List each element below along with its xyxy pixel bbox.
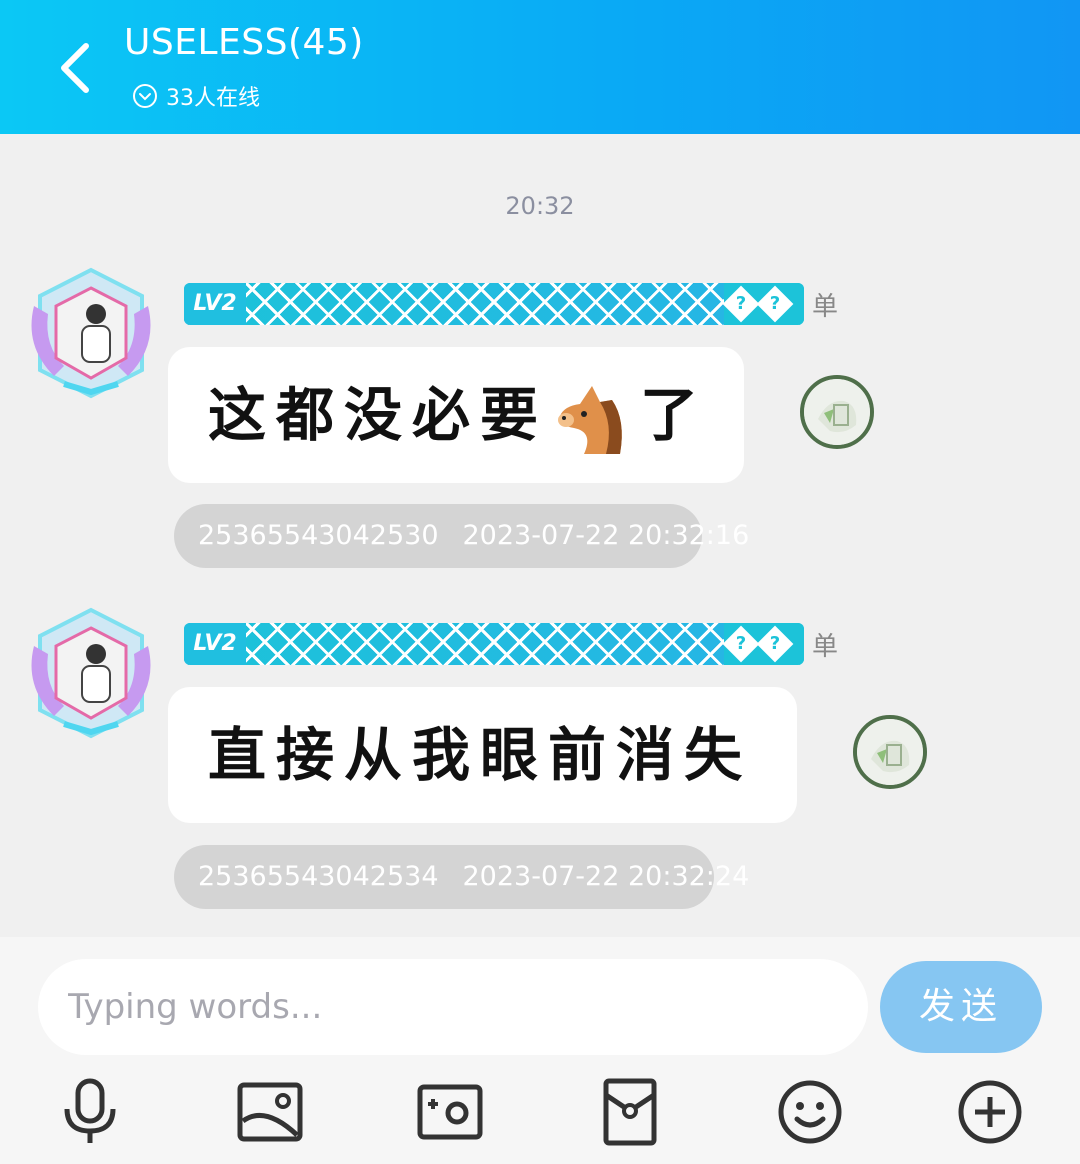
level-label: LV2 [184,623,246,665]
plus-icon [958,1080,1022,1144]
horse-face-emoji-icon [558,386,622,454]
message-meta: 25365543042534 2023-07-22 20:32:24 [174,845,749,909]
message-meta: 25365543042530 2023-07-22 20:32:16 [174,504,749,568]
message-input[interactable] [38,959,868,1055]
message-text: 这都没必要 [208,381,549,449]
message-time: 2023-07-22 20:32:24 [462,861,750,892]
back-button[interactable] [52,38,102,98]
emoji-icon [778,1080,842,1144]
chat-header: USELESS(45) 33人在线 [0,0,1080,134]
reader-avatar[interactable] [800,375,874,449]
side-label: 单 [812,632,839,662]
composer-bar: 发送 [0,937,1080,1164]
side-label: 单 [812,292,839,322]
message-id: 25365543042530 [198,520,439,551]
reader-avatar[interactable] [853,715,927,789]
red-packet-icon [603,1078,657,1146]
badge-mark: ? [769,293,781,314]
chevron-down-circle-icon [133,84,157,108]
message-text: 直接从我眼前消失 [208,721,753,789]
more-button[interactable] [955,1077,1025,1147]
chevron-left-icon [61,43,89,93]
level-badge: LV2 ? ? [184,283,804,325]
level-badge: LV2 ? ? [184,623,804,665]
group-title[interactable]: USELESS(45) [124,22,364,63]
camera-icon [417,1084,483,1140]
online-status[interactable]: 33人在线 [132,80,260,112]
microphone-icon [64,1078,116,1143]
badge-mark: ? [735,293,747,314]
time-divider: 20:32 [505,192,575,220]
online-count: 33人在线 [166,86,260,111]
message-bubble[interactable]: 这都没必要 了 [168,347,744,483]
image-button[interactable] [235,1077,305,1147]
message-text-tail: 了 [640,381,709,449]
message-time: 2023-07-22 20:32:16 [462,520,750,551]
message-id: 25365543042534 [198,861,439,892]
sender-avatar[interactable] [24,266,158,400]
message-bubble[interactable]: 直接从我眼前消失 [168,687,797,823]
emoji-button[interactable] [775,1077,845,1147]
image-icon [237,1082,303,1142]
camera-button[interactable] [415,1077,485,1147]
level-label: LV2 [184,283,246,325]
sender-avatar[interactable] [24,606,158,740]
badge-mark: ? [735,633,747,654]
send-button[interactable]: 发送 [880,961,1042,1053]
microphone-button[interactable] [55,1077,125,1147]
red-packet-button[interactable] [595,1077,665,1147]
badge-mark: ? [769,633,781,654]
